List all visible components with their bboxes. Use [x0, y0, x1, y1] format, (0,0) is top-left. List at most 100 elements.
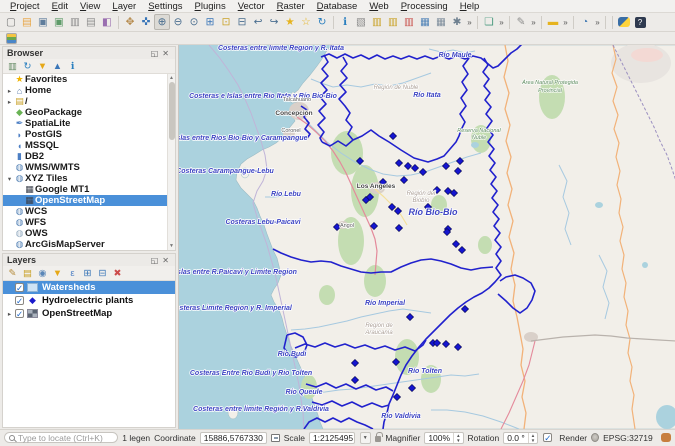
zoom-next-icon[interactable]: ↪: [266, 14, 282, 30]
zoom-native-icon[interactable]: ⊙: [186, 14, 202, 30]
extents-icon[interactable]: [271, 434, 280, 442]
browser-scrollbar[interactable]: ▲▼: [167, 74, 175, 250]
map-canvas[interactable]: Costeras entre limite Region y R. ItataR…: [178, 45, 675, 429]
data-source-manager-icon[interactable]: [3, 30, 19, 46]
browser-tree-item[interactable]: ◍ WCS: [3, 206, 167, 217]
menu-item[interactable]: Processing: [395, 0, 454, 13]
browser-tree-item[interactable]: ✒ SpatiaLite: [3, 118, 167, 129]
render-checkbox[interactable]: [543, 433, 552, 442]
zoom-to-selection-icon[interactable]: ⊡: [218, 14, 234, 30]
pan-map-icon[interactable]: ✥: [122, 14, 138, 30]
coordinate-input[interactable]: 15886,5767330: [200, 432, 267, 444]
menu-item[interactable]: Project: [4, 0, 46, 13]
menu-item[interactable]: Edit: [46, 0, 74, 13]
refresh-map-icon[interactable]: ↻: [314, 14, 330, 30]
remove-layer-group-icon[interactable]: ✖: [111, 267, 124, 280]
new-layer-icon[interactable]: ▥: [385, 14, 401, 30]
browser-tree-item[interactable]: ▮ DB2: [3, 151, 167, 162]
menu-item[interactable]: Web: [363, 0, 394, 13]
pan-to-selection-icon[interactable]: ✜: [138, 14, 154, 30]
undock-panel-icon[interactable]: ◱: [149, 49, 161, 58]
crs-projection-icon[interactable]: [591, 433, 599, 442]
help-icon[interactable]: ?: [632, 14, 648, 30]
collapse-all-icon[interactable]: ▲: [51, 60, 64, 73]
style-manager-icon[interactable]: ◧: [99, 14, 115, 30]
lock-scale-icon[interactable]: [375, 436, 382, 442]
layer-visibility-checkbox[interactable]: [15, 309, 24, 318]
undock-panel-icon[interactable]: ◱: [149, 256, 161, 265]
browser-tree-item[interactable]: ◍ WFS: [3, 217, 167, 228]
temporal-controller-icon[interactable]: ▦: [433, 14, 449, 30]
browser-tree-item[interactable]: ◍ OWS: [3, 228, 167, 239]
expander-icon[interactable]: ▸: [5, 310, 14, 318]
layer-item[interactable]: ◆ Hydroelectric plants: [3, 294, 175, 307]
browser-tree-item[interactable]: ▸ ⌂ Home: [3, 85, 167, 96]
browser-tree-item[interactable]: ▦ Google MT1: [3, 184, 167, 195]
browser-tree-item[interactable]: ★ Favorites: [3, 74, 167, 85]
filter-legend-icon[interactable]: ▼: [51, 267, 64, 280]
new-print-layout-icon[interactable]: ▥: [67, 14, 83, 30]
rotation-input[interactable]: 0.0 °▲▼: [503, 432, 538, 444]
filter-expression-icon[interactable]: ε: [66, 267, 79, 280]
browser-tree-item[interactable]: ◖ MSSQL: [3, 140, 167, 151]
browser-tree-item[interactable]: ◍ WMS/WMTS: [3, 162, 167, 173]
scale-input[interactable]: 1:2125495: [309, 432, 355, 444]
show-bookmarks-icon[interactable]: ☆: [298, 14, 314, 30]
close-panel-icon[interactable]: ✕: [160, 49, 171, 58]
browser-tree-item[interactable]: ▾ ◍ XYZ Tiles: [3, 173, 167, 184]
save-project-icon[interactable]: ▣: [35, 14, 51, 30]
labels-icon[interactable]: ▬: [545, 14, 561, 30]
new-bookmark-icon[interactable]: ★: [282, 14, 298, 30]
zoom-to-layer-icon[interactable]: ⊟: [234, 14, 250, 30]
menu-item[interactable]: Layer: [106, 0, 142, 13]
toolbar-overflow-icon[interactable]: »: [529, 14, 538, 30]
menu-item[interactable]: Plugins: [189, 0, 232, 13]
select-features-icon[interactable]: ▧: [353, 14, 369, 30]
map-themes-icon[interactable]: ◉: [36, 267, 49, 280]
browser-tree-item[interactable]: ▸ ▤ /: [3, 96, 167, 107]
menu-item[interactable]: Database: [311, 0, 364, 13]
add-selected-layers-icon[interactable]: ▥: [6, 60, 19, 73]
options-icon[interactable]: ✱: [449, 14, 465, 30]
scale-dropdown-icon[interactable]: ▼: [360, 432, 371, 444]
filter-browser-icon[interactable]: ▼: [36, 60, 49, 73]
toolbar-overflow-icon[interactable]: »: [497, 14, 506, 30]
messages-icon[interactable]: [661, 433, 671, 442]
digitizing-icon[interactable]: ✎: [513, 14, 529, 30]
new-project-icon[interactable]: ▢: [3, 14, 19, 30]
browser-tree-item[interactable]: ▦ OpenStreetMap: [3, 195, 167, 206]
browser-tree-item[interactable]: ◍ ArcGisMapServer: [3, 239, 167, 250]
layout-manager-icon[interactable]: ▤: [83, 14, 99, 30]
attribute-table-icon[interactable]: ▦: [417, 14, 433, 30]
layer-visibility-checkbox[interactable]: [15, 283, 24, 292]
menu-item[interactable]: View: [74, 0, 106, 13]
remove-layer-icon[interactable]: ▥: [401, 14, 417, 30]
browser-tree-item[interactable]: ◗ PostGIS: [3, 129, 167, 140]
toolbar-overflow-icon[interactable]: »: [561, 14, 570, 30]
expander-icon[interactable]: ▾: [5, 175, 14, 183]
refresh-browser-icon[interactable]: ↻: [21, 60, 34, 73]
browser-tree-item[interactable]: ◆ GeoPackage: [3, 107, 167, 118]
menu-item[interactable]: Vector: [232, 0, 271, 13]
identify-features-icon[interactable]: ℹ: [337, 14, 353, 30]
zoom-full-icon[interactable]: ⊞: [202, 14, 218, 30]
scrollbar-thumb[interactable]: [169, 82, 175, 140]
layer-styling-icon[interactable]: ✎: [6, 267, 19, 280]
zoom-last-icon[interactable]: ↩: [250, 14, 266, 30]
layer-visibility-checkbox[interactable]: [15, 296, 24, 305]
crs-value[interactable]: EPSG:32719: [603, 433, 653, 443]
menu-item[interactable]: Help: [454, 0, 486, 13]
menu-item[interactable]: Raster: [271, 0, 311, 13]
expand-all-icon[interactable]: ⊞: [81, 267, 94, 280]
properties-widget-icon[interactable]: ℹ: [66, 60, 79, 73]
zoom-out-icon[interactable]: ⊖: [170, 14, 186, 30]
add-group-icon[interactable]: ▤: [21, 267, 34, 280]
toolbar-overflow-icon[interactable]: »: [593, 14, 602, 30]
expander-icon[interactable]: ▸: [5, 98, 14, 106]
layer-item[interactable]: ▸ OpenStreetMap: [3, 307, 175, 320]
python-console-icon[interactable]: [616, 14, 632, 30]
open-project-icon[interactable]: ▤: [19, 14, 35, 30]
toolbar-overflow-icon[interactable]: »: [465, 14, 474, 30]
manage-layers-icon[interactable]: ❏: [481, 14, 497, 30]
locate-search-input[interactable]: Type to locate (Ctrl+K): [4, 432, 118, 443]
